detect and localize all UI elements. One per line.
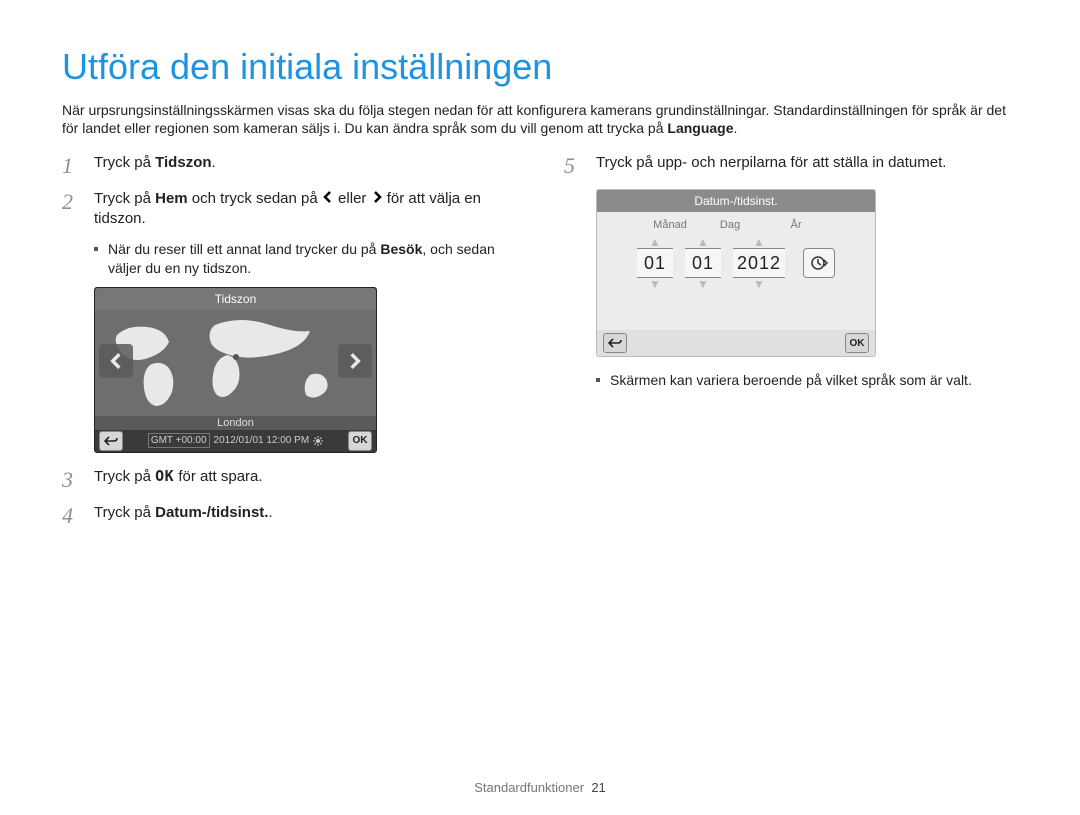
step-3: 3 Tryck på OK för att spara.	[62, 467, 516, 491]
day-spinner[interactable]: ▲ 01 ▼	[685, 236, 721, 290]
chevron-left-icon	[322, 189, 334, 209]
dt-title: Datum-/tidsinst.	[597, 190, 875, 212]
intro-part1: När urpsrungsinställningsskärmen visas s…	[62, 102, 1006, 136]
ok-button[interactable]: OK	[845, 333, 869, 353]
footer-label: Standardfunktioner	[474, 780, 584, 795]
page-title: Utföra den initiala inställningen	[62, 44, 1018, 91]
tz-prev-button[interactable]	[99, 344, 133, 378]
back-arrow-icon	[104, 436, 118, 446]
tidszon-screen: Tidszon London	[94, 287, 377, 453]
sun-icon	[313, 436, 323, 446]
step2-note: När du reser till ett annat land trycker…	[94, 240, 516, 276]
step4-b: Datum-/tidsinst.	[155, 504, 268, 521]
tz-location: London	[95, 416, 376, 430]
ok-glyph-icon: OK	[155, 467, 174, 487]
back-arrow-icon	[608, 338, 622, 348]
clock-icon	[810, 254, 828, 272]
dt-labels: Månad Dag År	[651, 218, 821, 232]
world-map-icon	[95, 310, 376, 416]
step-number: 5	[564, 153, 586, 177]
label-day: Dag	[711, 218, 749, 232]
step3-a: Tryck på	[94, 468, 155, 485]
tz-gmt-datetime: GMT +00:00 2012/01/01 12:00 PM	[148, 433, 323, 448]
down-arrow-icon[interactable]: ▼	[753, 278, 765, 290]
datum-screen: Datum-/tidsinst. Månad Dag År ▲ 01 ▼	[596, 189, 876, 357]
day-value: 01	[685, 248, 721, 278]
tz-next-button[interactable]	[338, 344, 372, 378]
tz-datetime: 2012/01/01 12:00 PM	[214, 434, 310, 447]
tz-map[interactable]	[95, 310, 376, 416]
step1-c: .	[212, 154, 216, 171]
year-value: 2012	[733, 248, 785, 278]
step-number: 2	[62, 189, 84, 228]
back-button[interactable]	[603, 333, 627, 353]
step-number: 1	[62, 153, 84, 177]
down-arrow-icon[interactable]: ▼	[697, 278, 709, 290]
chevron-right-icon	[371, 189, 383, 209]
step4-c: .	[268, 504, 272, 521]
step2-d: eller	[334, 190, 371, 207]
back-button[interactable]	[99, 431, 123, 451]
down-arrow-icon[interactable]: ▼	[649, 278, 661, 290]
month-spinner[interactable]: ▲ 01 ▼	[637, 236, 673, 290]
intro-text: När urpsrungsinställningsskärmen visas s…	[62, 101, 1018, 137]
step2-note-b: Besök	[380, 241, 422, 257]
year-spinner[interactable]: ▲ 2012 ▼	[733, 236, 785, 290]
step-number: 4	[62, 503, 84, 527]
dt-note: Skärmen kan variera beroende på vilket s…	[596, 371, 1018, 389]
step2-c: och tryck sedan på	[188, 190, 322, 207]
step-number: 3	[62, 467, 84, 491]
step5-text: Tryck på upp- och nerpilarna för att stä…	[596, 153, 1018, 177]
dt-spinners: ▲ 01 ▼ ▲ 01 ▼ ▲ 2012 ▼	[637, 236, 835, 290]
up-arrow-icon[interactable]: ▲	[649, 236, 661, 248]
step1-b: Tidszon	[155, 154, 211, 171]
intro-tail: .	[734, 120, 738, 136]
up-arrow-icon[interactable]: ▲	[697, 236, 709, 248]
step2-note-a: När du reser till ett annat land trycker…	[108, 241, 380, 257]
time-button[interactable]	[803, 248, 835, 278]
label-year: År	[771, 218, 821, 232]
right-column: 5 Tryck på upp- och nerpilarna för att s…	[564, 153, 1018, 539]
intro-bold: Language	[667, 120, 733, 136]
month-value: 01	[637, 248, 673, 278]
tz-bottom-bar: GMT +00:00 2012/01/01 12:00 PM OK	[95, 430, 376, 452]
ok-button[interactable]: OK	[348, 431, 372, 451]
step4-a: Tryck på	[94, 504, 155, 521]
page-footer: Standardfunktioner 21	[0, 780, 1080, 797]
step-1: 1 Tryck på Tidszon.	[62, 153, 516, 177]
step2-a: Tryck på	[94, 190, 155, 207]
page-number: 21	[591, 780, 605, 795]
step1-a: Tryck på	[94, 154, 155, 171]
step3-c: för att spara.	[174, 468, 262, 485]
step-4: 4 Tryck på Datum-/tidsinst..	[62, 503, 516, 527]
step-5: 5 Tryck på upp- och nerpilarna för att s…	[564, 153, 1018, 177]
left-column: 1 Tryck på Tidszon. 2 Tryck på Hem och t…	[62, 153, 516, 539]
step-2: 2 Tryck på Hem och tryck sedan på eller …	[62, 189, 516, 228]
label-month: Månad	[651, 218, 689, 232]
step2-b: Hem	[155, 190, 188, 207]
up-arrow-icon[interactable]: ▲	[753, 236, 765, 248]
tz-title: Tidszon	[95, 288, 376, 310]
tz-gmt: GMT +00:00	[148, 433, 210, 448]
